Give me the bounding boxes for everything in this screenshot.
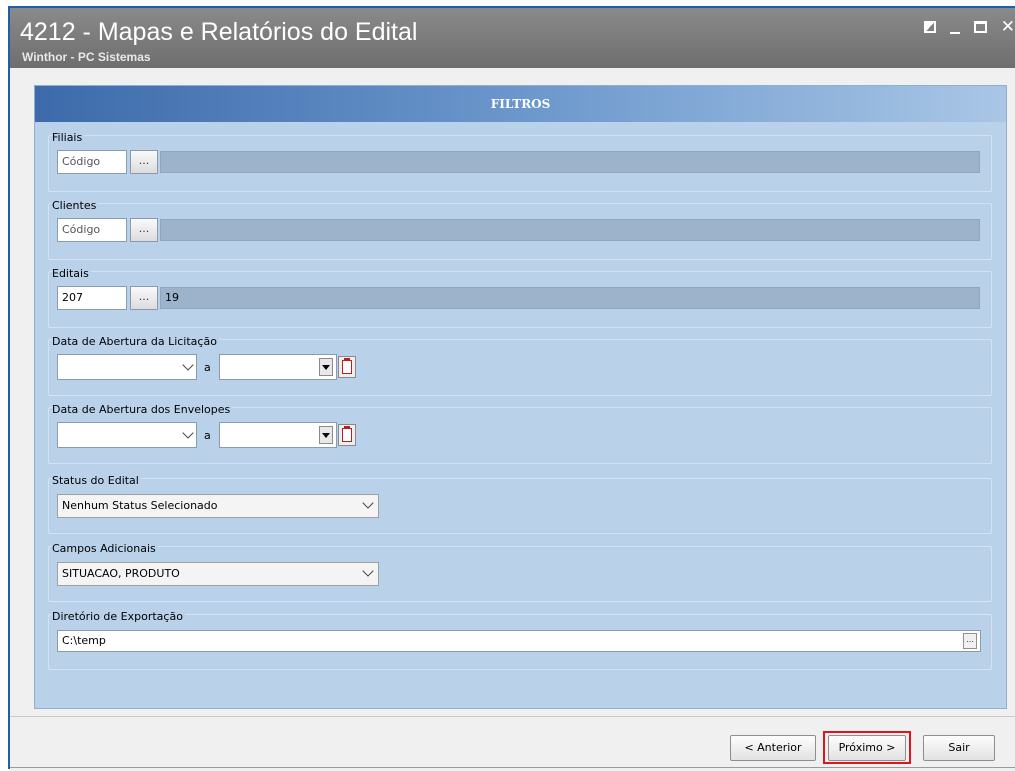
proximo-button[interactable]: Próximo > xyxy=(828,735,906,761)
editais-code-input[interactable]: 207 xyxy=(57,286,127,310)
group-filiais: Filiais Código ... xyxy=(48,131,992,192)
title-bar: 4212 - Mapas e Relatórios do Edital Wint… xyxy=(10,8,1015,68)
filiais-lookup-button[interactable]: ... xyxy=(130,150,158,174)
envelopes-date-from[interactable] xyxy=(57,422,197,448)
status-edital-label: Status do Edital xyxy=(52,474,141,487)
maximize-icon[interactable] xyxy=(973,21,987,33)
window-subtitle: Winthor - PC Sistemas xyxy=(22,50,151,64)
data-envelopes-label: Data de Abertura dos Envelopes xyxy=(52,403,233,416)
filiais-description xyxy=(160,151,980,173)
minimize-icon[interactable] xyxy=(949,32,960,34)
filiais-label: Filiais xyxy=(52,131,85,144)
calendar-icon[interactable] xyxy=(338,356,356,378)
clientes-lookup-button[interactable]: ... xyxy=(130,218,158,242)
group-data-licitacao: Data de Abertura da Licitação a xyxy=(48,335,992,396)
clientes-code-input[interactable]: Código xyxy=(57,218,127,242)
licitacao-range-separator: a xyxy=(204,361,211,374)
chevron-down-icon[interactable] xyxy=(182,359,194,371)
group-editais: Editais 207 ... 19 xyxy=(48,267,992,328)
status-edital-select[interactable]: Nenhum Status Selecionado xyxy=(57,494,379,518)
footer-divider xyxy=(10,767,1015,768)
calendar-icon[interactable] xyxy=(338,424,356,446)
diretorio-label: Diretório de Exportação xyxy=(52,610,185,623)
dropdown-arrow-icon[interactable] xyxy=(319,358,333,376)
editais-description: 19 xyxy=(160,287,980,309)
chevron-down-icon[interactable] xyxy=(182,427,194,439)
filters-panel: FILTROS Filiais Código ... Clientes Códi… xyxy=(34,85,1007,709)
campos-adicionais-select[interactable]: SITUACAO, PRODUTO xyxy=(57,562,379,586)
envelopes-range-separator: a xyxy=(204,429,211,442)
editais-lookup-button[interactable]: ... xyxy=(130,286,158,310)
data-licitacao-label: Data de Abertura da Licitação xyxy=(52,335,219,348)
anterior-button[interactable]: < Anterior xyxy=(730,735,816,761)
window-controls: ✕ xyxy=(923,19,1015,40)
group-campos-adicionais: Campos Adicionais SITUACAO, PRODUTO xyxy=(48,542,992,602)
restore-icon[interactable] xyxy=(923,21,936,33)
group-diretorio: Diretório de Exportação C:\temp ... xyxy=(48,610,992,670)
panel-header: FILTROS xyxy=(35,86,1006,122)
licitacao-date-from[interactable] xyxy=(57,354,197,380)
dropdown-arrow-icon[interactable] xyxy=(319,426,333,444)
diretorio-input[interactable]: C:\temp xyxy=(57,630,981,652)
group-data-envelopes: Data de Abertura dos Envelopes a xyxy=(48,403,992,464)
browse-folder-button[interactable]: ... xyxy=(963,633,977,649)
close-icon[interactable]: ✕ xyxy=(1001,19,1015,40)
main-content: FILTROS Filiais Código ... Clientes Códi… xyxy=(10,68,1015,716)
group-status-edital: Status do Edital Nenhum Status Seleciona… xyxy=(48,474,992,534)
campos-adicionais-label: Campos Adicionais xyxy=(52,542,158,555)
group-clientes: Clientes Código ... xyxy=(48,199,992,260)
editais-label: Editais xyxy=(52,267,91,280)
clientes-label: Clientes xyxy=(52,199,99,212)
window-title: 4212 - Mapas e Relatórios do Edital xyxy=(20,18,418,46)
clientes-description xyxy=(160,219,980,241)
app-window: 4212 - Mapas e Relatórios do Edital Wint… xyxy=(8,6,1015,771)
filiais-code-input[interactable]: Código xyxy=(57,150,127,174)
sair-button[interactable]: Sair xyxy=(923,735,995,761)
footer-bar: < Anterior Próximo > Sair xyxy=(10,716,1015,771)
